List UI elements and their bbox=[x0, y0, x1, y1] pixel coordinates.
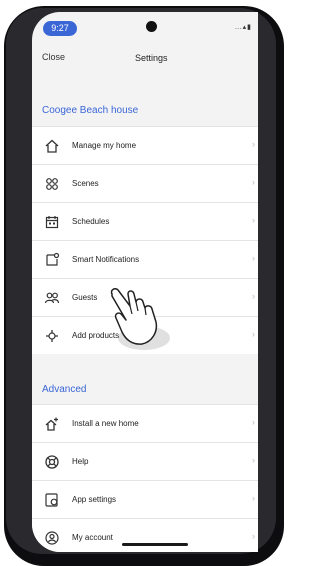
chevron-right-icon: › bbox=[252, 215, 255, 225]
menu-item-label: My account bbox=[72, 533, 113, 542]
advanced-settings-list: Install a new home › Help › App settings… bbox=[32, 404, 258, 552]
scenes-icon bbox=[44, 176, 60, 192]
help-icon bbox=[44, 454, 60, 470]
menu-item-manage-my-home[interactable]: Manage my home › bbox=[32, 126, 258, 164]
menu-item-schedules[interactable]: Schedules › bbox=[32, 202, 258, 240]
chevron-right-icon: › bbox=[252, 291, 255, 301]
status-bar: 9:27 …▴▮ bbox=[32, 12, 258, 36]
menu-item-app-settings[interactable]: App settings › bbox=[32, 480, 258, 518]
menu-item-label: Scenes bbox=[72, 179, 99, 188]
menu-item-label: App settings bbox=[72, 495, 117, 504]
house-icon bbox=[44, 138, 60, 154]
chevron-right-icon: › bbox=[252, 417, 255, 427]
account-icon bbox=[44, 530, 60, 546]
section-title-advanced: Advanced bbox=[42, 384, 87, 395]
menu-item-my-account[interactable]: My account › bbox=[32, 518, 258, 552]
notification-icon bbox=[44, 252, 60, 268]
chevron-right-icon: › bbox=[252, 455, 255, 465]
chevron-right-icon: › bbox=[252, 139, 255, 149]
close-button[interactable]: Close bbox=[42, 52, 65, 62]
app-settings-icon bbox=[44, 492, 60, 508]
menu-item-scenes[interactable]: Scenes › bbox=[32, 164, 258, 202]
status-time: 9:27 bbox=[43, 21, 77, 36]
chevron-right-icon: › bbox=[252, 177, 255, 187]
nav-bar: Close Settings bbox=[32, 48, 258, 72]
section-title-home: Coogee Beach house bbox=[42, 105, 139, 116]
menu-item-smart-notifications[interactable]: Smart Notifications › bbox=[32, 240, 258, 278]
camera-icon bbox=[146, 21, 157, 32]
status-icons: …▴▮ bbox=[234, 24, 252, 31]
install-home-icon bbox=[44, 416, 60, 432]
menu-item-label: Schedules bbox=[72, 217, 110, 226]
menu-item-label: Help bbox=[72, 457, 89, 466]
add-product-icon bbox=[44, 328, 60, 344]
menu-item-install-new-home[interactable]: Install a new home › bbox=[32, 404, 258, 442]
menu-item-label: Guests bbox=[72, 293, 98, 302]
chevron-right-icon: › bbox=[252, 531, 255, 541]
chevron-right-icon: › bbox=[252, 253, 255, 263]
home-indicator bbox=[122, 543, 188, 546]
tap-hand-icon bbox=[110, 288, 170, 350]
menu-item-label: Manage my home bbox=[72, 141, 137, 150]
chevron-right-icon: › bbox=[252, 329, 255, 339]
menu-item-label: Install a new home bbox=[72, 419, 139, 428]
menu-item-help[interactable]: Help › bbox=[32, 442, 258, 480]
guests-icon bbox=[44, 290, 60, 306]
page-title: Settings bbox=[135, 53, 168, 63]
menu-item-label: Smart Notifications bbox=[72, 255, 140, 264]
chevron-right-icon: › bbox=[252, 493, 255, 503]
calendar-icon bbox=[44, 214, 60, 230]
